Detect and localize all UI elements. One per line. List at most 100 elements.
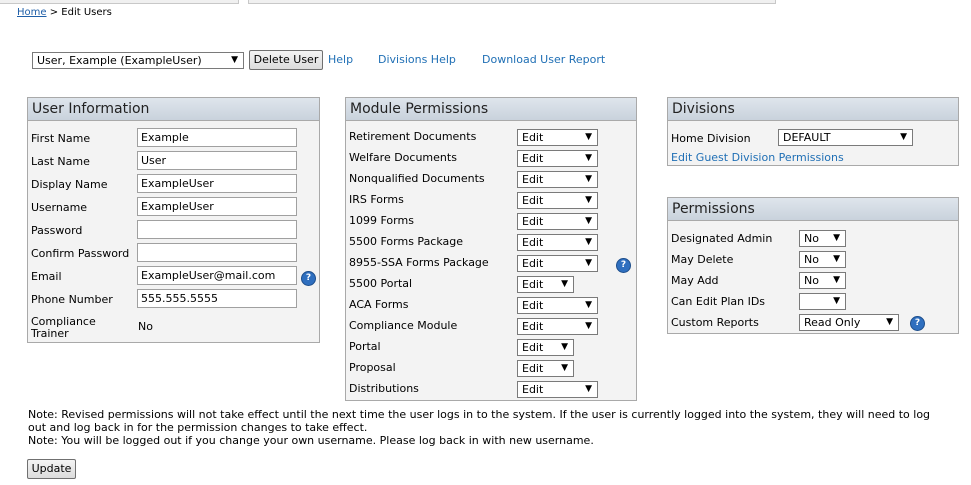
permission-select[interactable]: No ▼ — [799, 272, 846, 289]
browser-strip — [0, 0, 971, 4]
module-permission-select[interactable]: Edit ▼ — [517, 171, 598, 188]
permission-select[interactable]: No ▼ — [799, 251, 846, 268]
compliance-trainer-value: No — [138, 320, 153, 333]
edit-guest-division-link[interactable]: Edit Guest Division Permissions — [671, 151, 844, 164]
module-permission-value: Edit — [522, 173, 544, 186]
chevron-down-icon: ▼ — [231, 55, 238, 65]
note-line-1: Note: Revised permissions will not take … — [28, 408, 931, 421]
module-permission-select[interactable]: Edit ▼ — [517, 234, 598, 251]
permission-select[interactable]: ▼ — [799, 293, 846, 310]
compliance-trainer-label-2: Trainer — [31, 327, 69, 340]
module-permission-select[interactable]: Edit ▼ — [517, 339, 574, 356]
field-label: Confirm Password — [31, 247, 130, 260]
chevron-down-icon: ▼ — [833, 233, 840, 243]
field-input[interactable]: 555.555.5555 — [137, 289, 297, 308]
module-label: Proposal — [349, 361, 396, 374]
chevron-down-icon: ▼ — [585, 195, 592, 205]
permissions-title: Permissions — [668, 198, 958, 221]
chevron-down-icon: ▼ — [833, 296, 840, 306]
module-permission-select[interactable]: Edit ▼ — [517, 276, 574, 293]
module-permission-select[interactable]: Edit ▼ — [517, 297, 598, 314]
home-division-label: Home Division — [671, 132, 751, 145]
field-input[interactable]: ExampleUser — [137, 197, 297, 216]
module-permission-select[interactable]: Edit ▼ — [517, 381, 598, 398]
permission-value: Read Only — [804, 316, 861, 329]
chevron-down-icon: ▼ — [561, 363, 568, 373]
field-input[interactable]: ExampleUser@mail.com — [137, 266, 297, 285]
field-label: Display Name — [31, 178, 108, 191]
field-input[interactable]: ExampleUser — [137, 174, 297, 193]
permission-label: May Add — [671, 274, 719, 287]
module-permission-value: Edit — [522, 341, 544, 354]
note-line-2: out and log back in for the permission c… — [28, 421, 368, 434]
module-permissions-title: Module Permissions — [346, 98, 636, 121]
chevron-down-icon: ▼ — [585, 384, 592, 394]
module-permission-select[interactable]: Edit ▼ — [517, 192, 598, 209]
field-input[interactable] — [137, 220, 297, 239]
breadcrumb: Home > Edit Users — [17, 7, 112, 18]
module-label: IRS Forms — [349, 193, 404, 206]
field-label: Phone Number — [31, 293, 113, 306]
module-permission-select[interactable]: Edit ▼ — [517, 318, 598, 335]
home-division-value: DEFAULT — [783, 131, 831, 144]
divisions-title: Divisions — [668, 98, 958, 121]
module-permission-select[interactable]: Edit ▼ — [517, 360, 574, 377]
chevron-down-icon: ▼ — [900, 132, 907, 142]
user-information-title: User Information — [28, 98, 319, 121]
user-select-value: User, Example (ExampleUser) — [37, 54, 202, 67]
permission-select[interactable]: No ▼ — [799, 230, 846, 247]
module-permission-value: Edit — [522, 236, 544, 249]
permission-label: Custom Reports — [671, 316, 759, 329]
breadcrumb-current: Edit Users — [61, 7, 112, 18]
module-label: Distributions — [349, 382, 419, 395]
module-label: ACA Forms — [349, 298, 409, 311]
field-input[interactable]: User — [137, 151, 297, 170]
home-division-select[interactable]: DEFAULT ▼ — [778, 129, 913, 146]
chevron-down-icon: ▼ — [833, 254, 840, 264]
module-label: Compliance Module — [349, 319, 458, 332]
module-label: Portal — [349, 340, 381, 353]
module-label: 1099 Forms — [349, 214, 414, 227]
breadcrumb-separator: > — [46, 7, 62, 18]
module-permission-select[interactable]: Edit ▼ — [517, 150, 598, 167]
module-permission-select[interactable]: Edit ▼ — [517, 213, 598, 230]
module-permission-value: Edit — [522, 299, 544, 312]
module-label: 8955-SSA Forms Package — [349, 256, 489, 269]
field-label: Password — [31, 224, 83, 237]
breadcrumb-home-link[interactable]: Home — [17, 7, 47, 18]
download-user-report-link[interactable]: Download User Report — [482, 53, 605, 66]
module-label: 5500 Forms Package — [349, 235, 464, 248]
module-label: Welfare Documents — [349, 151, 457, 164]
permission-value: No — [804, 274, 819, 287]
strip-right — [248, 0, 776, 4]
help-link[interactable]: Help — [328, 53, 353, 66]
field-label: Username — [31, 201, 88, 214]
module-permission-value: Edit — [522, 278, 544, 291]
permission-label: Designated Admin — [671, 232, 773, 245]
chevron-down-icon: ▼ — [585, 153, 592, 163]
field-input[interactable]: Example — [137, 128, 297, 147]
email-help-icon[interactable]: ? — [301, 271, 316, 286]
chevron-down-icon: ▼ — [585, 174, 592, 184]
permission-select[interactable]: Read Only ▼ — [799, 314, 899, 331]
module-label: Nonqualified Documents — [349, 172, 485, 185]
module-permission-value: Edit — [522, 215, 544, 228]
module-permission-select[interactable]: Edit ▼ — [517, 129, 598, 146]
module-label: 5500 Portal — [349, 277, 413, 290]
module-permission-select[interactable]: Edit ▼ — [517, 255, 598, 272]
permission-value: No — [804, 232, 819, 245]
divisions-help-link[interactable]: Divisions Help — [378, 53, 456, 66]
chevron-down-icon: ▼ — [585, 237, 592, 247]
note-line-3: Note: You will be logged out if you chan… — [28, 434, 594, 447]
field-input[interactable] — [137, 243, 297, 262]
forms-package-help-icon[interactable]: ? — [616, 258, 631, 273]
user-select[interactable]: User, Example (ExampleUser) ▼ — [32, 52, 244, 69]
permission-value: No — [804, 253, 819, 266]
custom-reports-help-icon[interactable]: ? — [910, 316, 925, 331]
field-label: Last Name — [31, 155, 90, 168]
chevron-down-icon: ▼ — [561, 279, 568, 289]
module-permission-value: Edit — [522, 131, 544, 144]
delete-user-button[interactable]: Delete User — [249, 50, 323, 70]
update-button[interactable]: Update — [27, 459, 76, 479]
field-label: First Name — [31, 132, 91, 145]
